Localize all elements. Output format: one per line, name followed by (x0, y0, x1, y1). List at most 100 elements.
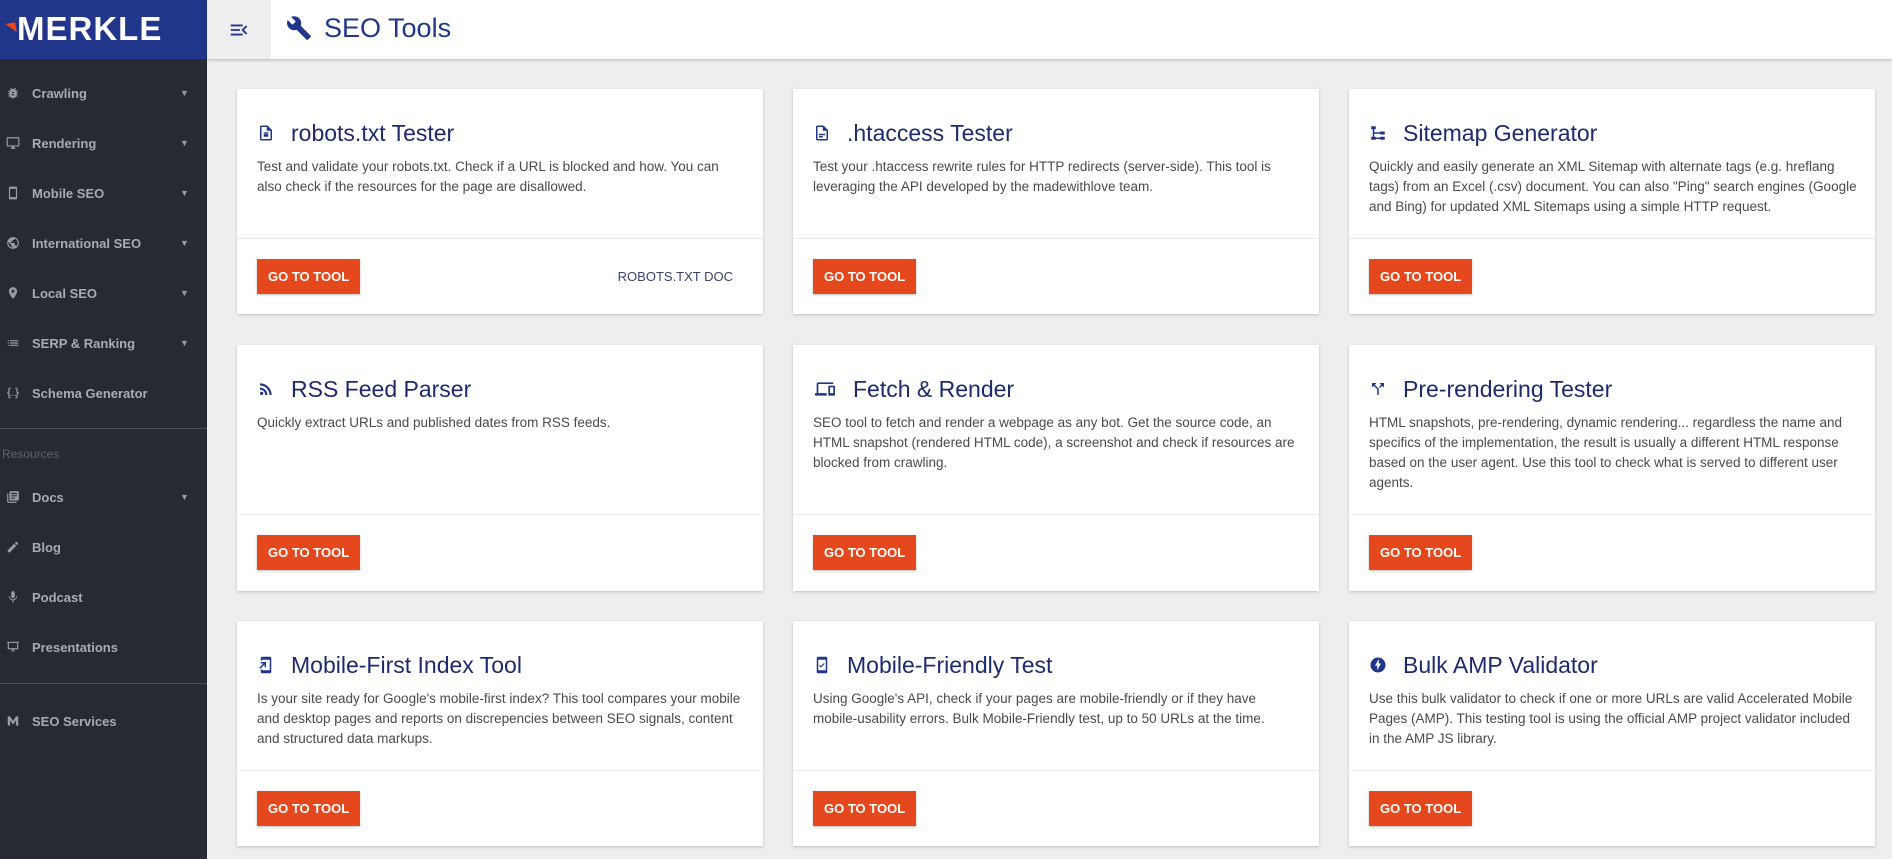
menu-collapse-icon (230, 24, 248, 35)
collapse-sidebar-button[interactable] (207, 0, 271, 59)
sidebar-item-label: Podcast (32, 589, 83, 605)
card-title-text: Pre-rendering Tester (1403, 376, 1613, 402)
card-title-text: Bulk AMP Validator (1403, 652, 1598, 678)
card-divider (237, 770, 763, 771)
sidebar-item-label: SERP & Ranking (32, 335, 136, 351)
book-icon (6, 490, 20, 504)
map-pin-icon (6, 286, 20, 300)
go-to-tool-button[interactable]: GO TO TOOL (1369, 535, 1473, 570)
card-description: Using Google's API, check if your pages … (813, 691, 1265, 726)
card-description: Use this bulk validator to check if one … (1369, 691, 1853, 746)
call-split-icon (1369, 379, 1387, 399)
card-description: Quickly extract URLs and published dates… (257, 415, 611, 430)
sidebar-item-label: Local SEO (32, 285, 98, 301)
logo-mark-icon (5, 22, 17, 34)
merkle-m-icon (6, 714, 20, 728)
go-to-tool-button[interactable]: GO TO TOOL (813, 535, 917, 570)
sidebar-item-label: Schema Generator (32, 385, 148, 401)
sidebar-item-mobile-seo[interactable]: Mobile SEO ▼ (0, 173, 207, 213)
microphone-icon (6, 590, 20, 604)
card-title-text: Mobile-First Index Tool (291, 652, 522, 678)
sidebar-item-label: Mobile SEO (32, 185, 105, 201)
sidebar-item-label: Crawling (32, 85, 87, 101)
sidebar-item-label: Rendering (32, 135, 97, 151)
go-to-tool-button[interactable]: GO TO TOOL (257, 535, 361, 570)
sidebar-item-blog[interactable]: Blog (0, 527, 207, 567)
tool-card-bulk-amp-validator: Bulk AMP Validator Use this bulk validat… (1349, 621, 1875, 846)
top-bar: SEO Tools (207, 0, 1892, 59)
go-to-tool-button[interactable]: GO TO TOOL (813, 791, 917, 826)
list-icon (6, 336, 20, 350)
sidebar-item-presentations[interactable]: Presentations (0, 627, 207, 667)
monitor-icon (6, 136, 20, 150)
card-description: SEO tool to fetch and render a webpage a… (813, 415, 1295, 470)
card-title: robots.txt Tester (257, 119, 454, 147)
card-divider (1349, 514, 1875, 515)
code-braces-icon (6, 386, 20, 400)
logo-text: MERKLE (17, 10, 163, 47)
file-icon (813, 123, 831, 143)
sitemap-icon (1369, 123, 1387, 143)
sidebar-item-podcast[interactable]: Podcast (0, 577, 207, 617)
chevron-down-icon: ▼ (180, 138, 189, 148)
go-to-tool-button[interactable]: GO TO TOOL (813, 259, 917, 294)
card-description: Test and validate your robots.txt. Check… (257, 159, 719, 194)
card-title: RSS Feed Parser (257, 375, 471, 403)
sidebar: MERKLE Crawling ▼ Rendering ▼ Mobile SEO… (0, 0, 207, 859)
sidebar-item-rendering[interactable]: Rendering ▼ (0, 123, 207, 163)
card-title: Fetch & Render (813, 375, 1014, 403)
sidebar-item-crawling[interactable]: Crawling ▼ (0, 73, 207, 113)
card-divider (237, 514, 763, 515)
card-title: Mobile-Friendly Test (813, 651, 1052, 679)
amp-bolt-icon (1369, 655, 1387, 675)
chevron-down-icon: ▼ (180, 88, 189, 98)
go-to-tool-button[interactable]: GO TO TOOL (257, 791, 361, 826)
robots-txt-doc-link[interactable]: ROBOTS.TXT DOC (618, 259, 733, 294)
card-title-text: Sitemap Generator (1403, 120, 1598, 146)
logo[interactable]: MERKLE (0, 0, 207, 59)
card-title: Bulk AMP Validator (1369, 651, 1598, 679)
sidebar-item-label: Presentations (32, 639, 118, 655)
card-divider (793, 514, 1319, 515)
chevron-down-icon: ▼ (180, 288, 189, 298)
sidebar-item-seo-services[interactable]: SEO Services (0, 701, 207, 741)
card-title-text: .htaccess Tester (847, 120, 1013, 146)
card-divider (237, 238, 763, 239)
sidebar-item-docs[interactable]: Docs ▼ (0, 477, 207, 517)
phone-icon (6, 186, 20, 200)
presentation-icon (6, 640, 20, 654)
card-description: Is your site ready for Google's mobile-f… (257, 691, 741, 746)
card-title-text: RSS Feed Parser (291, 376, 472, 402)
card-title: Sitemap Generator (1369, 119, 1597, 147)
card-title: .htaccess Tester (813, 119, 1013, 147)
sidebar-section-heading: Resources (2, 447, 60, 461)
sidebar-item-label: International SEO (32, 235, 142, 251)
sidebar-item-label: Docs (32, 489, 64, 505)
sidebar-divider (0, 683, 207, 684)
wrench-icon (286, 15, 312, 41)
card-title-text: robots.txt Tester (291, 120, 455, 146)
sidebar-item-international-seo[interactable]: International SEO ▼ (0, 223, 207, 263)
go-to-tool-button[interactable]: GO TO TOOL (257, 259, 361, 294)
rss-icon (257, 379, 275, 399)
pencil-icon (6, 540, 20, 554)
card-title: Pre-rendering Tester (1369, 375, 1612, 403)
robot-file-icon (257, 123, 275, 143)
go-to-tool-button[interactable]: GO TO TOOL (1369, 791, 1473, 826)
go-to-tool-button[interactable]: GO TO TOOL (1369, 259, 1473, 294)
card-description: Test your .htaccess rewrite rules for HT… (813, 159, 1271, 194)
page-title: SEO Tools (324, 13, 452, 43)
card-divider (793, 238, 1319, 239)
sidebar-item-local-seo[interactable]: Local SEO ▼ (0, 273, 207, 313)
tool-card-htaccess: .htaccess Tester Test your .htaccess rew… (793, 89, 1319, 314)
sidebar-item-schema-generator[interactable]: Schema Generator (0, 373, 207, 413)
bug-icon (6, 86, 20, 100)
mobile-check-icon (813, 655, 831, 675)
devices-icon (813, 379, 837, 399)
tool-card-fetch-render: Fetch & Render SEO tool to fetch and ren… (793, 345, 1319, 591)
sidebar-item-serp-ranking[interactable]: SERP & Ranking ▼ (0, 323, 207, 363)
tool-card-rss-feed-parser: RSS Feed Parser Quickly extract URLs and… (237, 345, 763, 591)
card-title-text: Fetch & Render (853, 376, 1015, 402)
card-description: HTML snapshots, pre-rendering, dynamic r… (1369, 415, 1842, 490)
sidebar-item-label: SEO Services (32, 713, 117, 729)
